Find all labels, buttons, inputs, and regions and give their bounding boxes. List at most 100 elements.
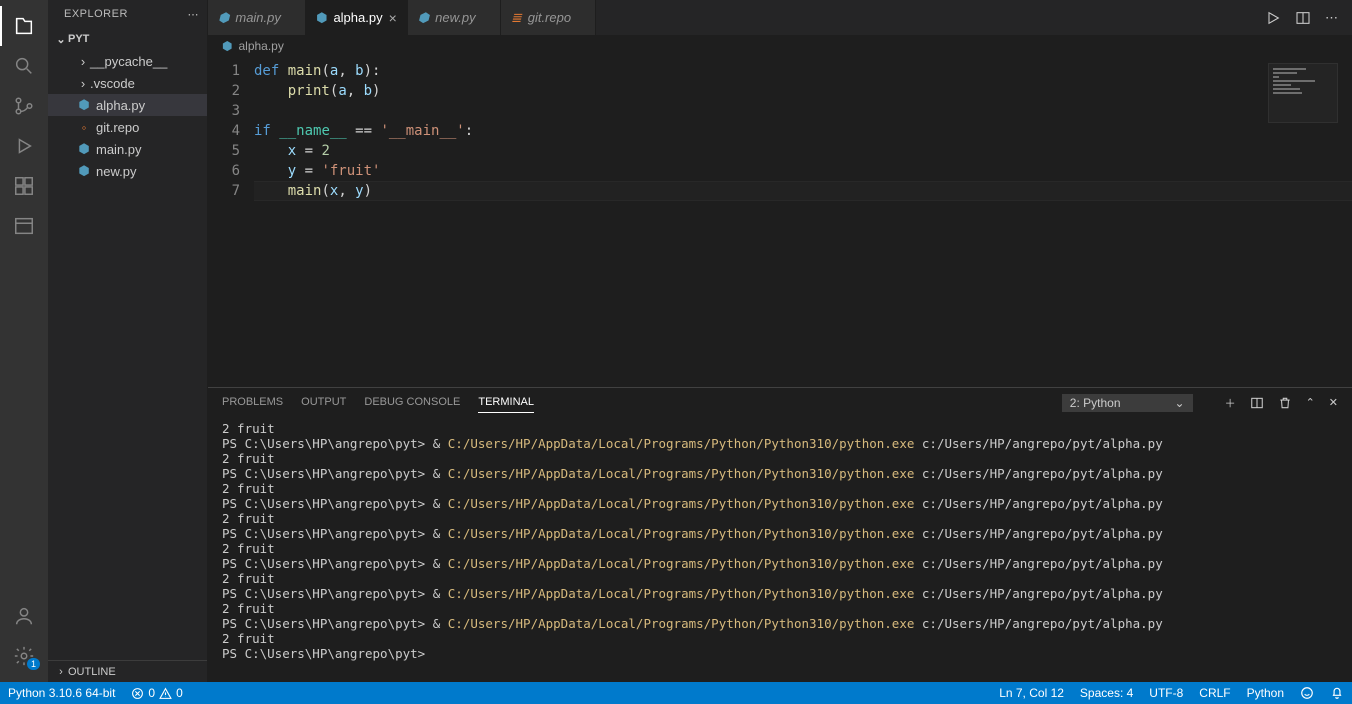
status-eol[interactable]: CRLF: [1191, 682, 1238, 704]
chevron-right-icon: ›: [76, 76, 90, 91]
code-line[interactable]: x = 2: [254, 141, 1352, 161]
python-file-icon: ⬢: [222, 39, 232, 53]
tab-label: alpha.py: [333, 10, 382, 25]
panel-tab[interactable]: TERMINAL: [478, 392, 534, 413]
more-actions-icon[interactable]: ⋯: [1325, 10, 1338, 26]
breadcrumb-file: alpha.py: [238, 39, 283, 53]
settings-badge: 1: [27, 658, 40, 670]
terminal-selector[interactable]: 2: Python ⌄: [1062, 394, 1193, 412]
source-control-icon[interactable]: [0, 86, 48, 126]
terminal-line: PS C:\Users\HP\angrepo\pyt> & C:/Users/H…: [222, 586, 1338, 601]
terminal-line: PS C:\Users\HP\angrepo\pyt> & C:/Users/H…: [222, 556, 1338, 571]
chevron-right-icon: ›: [76, 54, 90, 69]
file-tree-item[interactable]: ⬢ alpha.py: [48, 94, 207, 116]
panel-tab[interactable]: PROBLEMS: [222, 392, 283, 413]
file-label: .vscode: [90, 76, 135, 91]
status-problems[interactable]: 0 0: [123, 682, 190, 704]
editor-tab[interactable]: ⬢new.py×: [408, 0, 501, 35]
python-file-icon: ⬢: [76, 97, 92, 113]
editor-tab[interactable]: ⬢main.py×: [208, 0, 306, 35]
file-label: main.py: [96, 142, 142, 157]
explorer-icon[interactable]: [0, 6, 48, 46]
split-terminal-icon[interactable]: [1250, 396, 1264, 410]
python-file-icon: ⬢: [76, 163, 92, 179]
search-icon[interactable]: [0, 46, 48, 86]
chevron-right-icon: ›: [54, 666, 68, 678]
panel-tab[interactable]: DEBUG CONSOLE: [364, 392, 460, 413]
extensions-icon[interactable]: [0, 166, 48, 206]
explorer-title: EXPLORER: [64, 8, 128, 20]
terminal-line: PS C:\Users\HP\angrepo\pyt>: [222, 646, 1338, 661]
editor-tabbar: ⬢main.py×⬢alpha.py×⬢new.py×≣git.repo× ⋯: [208, 0, 1352, 35]
editor-tab[interactable]: ≣git.repo×: [501, 0, 596, 35]
status-lncol[interactable]: Ln 7, Col 12: [991, 682, 1072, 704]
more-icon[interactable]: ⋯: [188, 8, 200, 21]
code-line[interactable]: y = 'fruit': [254, 161, 1352, 181]
terminal-line: PS C:\Users\HP\angrepo\pyt> & C:/Users/H…: [222, 436, 1338, 451]
tab-label: git.repo: [528, 10, 571, 25]
status-notifications-icon[interactable]: [1322, 682, 1352, 704]
folder-header[interactable]: ⌄ PYT: [48, 28, 207, 50]
new-terminal-icon[interactable]: ＋: [1225, 395, 1236, 411]
line-gutter: 1234567: [208, 57, 254, 387]
minimap[interactable]: [1268, 63, 1338, 123]
code-line[interactable]: if __name__ == '__main__':: [254, 121, 1352, 141]
file-label: alpha.py: [96, 98, 145, 113]
file-tree: ›__pycache__›.vscode⬢alpha.py◦git.repo⬢m…: [48, 50, 207, 660]
settings-icon[interactable]: 1: [0, 636, 48, 676]
status-language[interactable]: Python: [1239, 682, 1292, 704]
folder-name: PYT: [68, 33, 89, 45]
maximize-panel-icon[interactable]: ⌃: [1306, 396, 1315, 409]
file-tree-item[interactable]: ›.vscode: [48, 72, 207, 94]
chevron-down-icon: ⌄: [54, 33, 68, 46]
git-file-icon: ◦: [76, 119, 92, 135]
accounts-icon[interactable]: [0, 596, 48, 636]
layout-icon[interactable]: [0, 206, 48, 246]
python-file-icon: ⬢: [418, 10, 429, 26]
run-debug-icon[interactable]: [0, 126, 48, 166]
editor-tab[interactable]: ⬢ alpha.py ×: [306, 0, 408, 35]
close-panel-icon[interactable]: ✕: [1329, 396, 1338, 409]
sidebar-title-row: EXPLORER ⋯: [48, 0, 207, 28]
terminal-line: 2 fruit: [222, 571, 1338, 586]
code-area[interactable]: def main(a, b): print(a, b) if __name__ …: [254, 57, 1352, 387]
python-file-icon: ⬢: [218, 10, 229, 26]
terminal-line: PS C:\Users\HP\angrepo\pyt> & C:/Users/H…: [222, 466, 1338, 481]
file-tree-item[interactable]: ⬢ main.py: [48, 138, 207, 160]
file-tree-item[interactable]: ◦git.repo: [48, 116, 207, 138]
split-editor-icon[interactable]: [1295, 10, 1311, 26]
editor-region: ⬢main.py×⬢alpha.py×⬢new.py×≣git.repo× ⋯ …: [208, 0, 1352, 682]
code-line[interactable]: print(a, b): [254, 81, 1352, 101]
chevron-down-icon: ⌄: [1175, 396, 1185, 410]
outline-label: OUTLINE: [68, 666, 116, 678]
close-icon[interactable]: ×: [389, 10, 397, 26]
status-interpreter[interactable]: Python 3.10.6 64-bit: [0, 682, 123, 704]
terminal-selector-label: 2: Python: [1070, 396, 1121, 410]
terminal-output[interactable]: 2 fruitPS C:\Users\HP\angrepo\pyt> & C:/…: [208, 417, 1352, 682]
terminal-line: PS C:\Users\HP\angrepo\pyt> & C:/Users/H…: [222, 496, 1338, 511]
status-feedback-icon[interactable]: [1292, 682, 1322, 704]
terminal-line: 2 fruit: [222, 511, 1338, 526]
status-encoding[interactable]: UTF-8: [1141, 682, 1191, 704]
outline-header[interactable]: › OUTLINE: [48, 660, 207, 682]
run-icon[interactable]: [1265, 10, 1281, 26]
explorer-sidebar: EXPLORER ⋯ ⌄ PYT ›__pycache__›.vscode⬢al…: [48, 0, 208, 682]
terminal-line: 2 fruit: [222, 541, 1338, 556]
breadcrumb[interactable]: ⬢ alpha.py: [208, 35, 1352, 57]
file-label: new.py: [96, 164, 136, 179]
status-bar: Python 3.10.6 64-bit 0 0 Ln 7, Col 12 Sp…: [0, 682, 1352, 704]
terminal-line: 2 fruit: [222, 421, 1338, 436]
terminal-line: PS C:\Users\HP\angrepo\pyt> & C:/Users/H…: [222, 526, 1338, 541]
editor[interactable]: 1234567 def main(a, b): print(a, b) if _…: [208, 57, 1352, 387]
status-spaces[interactable]: Spaces: 4: [1072, 682, 1141, 704]
file-tree-item[interactable]: ›__pycache__: [48, 50, 207, 72]
terminal-line: 2 fruit: [222, 601, 1338, 616]
code-line[interactable]: [254, 101, 1352, 121]
python-file-icon: ⬢: [76, 141, 92, 157]
activity-bar: 1: [0, 0, 48, 682]
python-file-icon: ⬢: [316, 10, 327, 26]
kill-terminal-icon[interactable]: [1278, 396, 1292, 410]
code-line[interactable]: def main(a, b):: [254, 61, 1352, 81]
panel-tab[interactable]: OUTPUT: [301, 392, 346, 413]
file-tree-item[interactable]: ⬢ new.py: [48, 160, 207, 182]
